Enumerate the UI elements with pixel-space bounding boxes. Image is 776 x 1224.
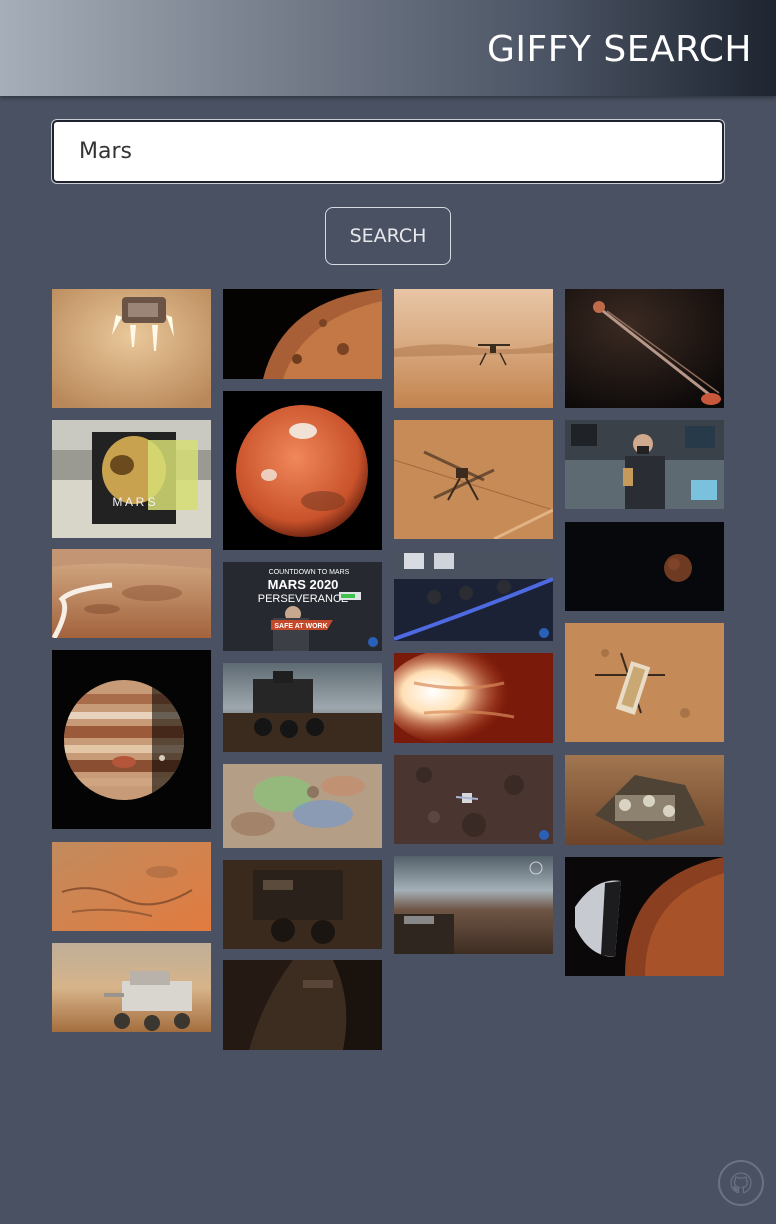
gif-crater-aerial[interactable]	[52, 842, 211, 931]
app-header: GIFFY SEARCH	[0, 0, 776, 96]
search-button[interactable]: SEARCH	[325, 207, 451, 265]
gif-mission-control-man[interactable]	[565, 420, 724, 509]
gif-lander-descent-engines[interactable]	[52, 289, 211, 408]
gif-rover-tracks[interactable]	[52, 549, 211, 638]
gif-mars-surface-orbit[interactable]	[223, 289, 382, 379]
gif-countdown-perseverance[interactable]: COUNTDOWN TO MARS MARS 2020 PERSEVERANCE…	[223, 562, 382, 651]
gif-rover-horizon[interactable]	[394, 856, 553, 954]
gif-skycrane-lander[interactable]	[565, 755, 724, 845]
gif-rover-night[interactable]	[223, 663, 382, 752]
gif-capsule-entry[interactable]	[565, 857, 724, 976]
gif-orbiter-craters[interactable]	[394, 755, 553, 844]
countdown-line3: PERSEVERANCE	[258, 593, 348, 605]
countdown-line2: MARS 2020	[268, 577, 339, 592]
gif-mars-book[interactable]: M A R S	[52, 420, 211, 538]
gif-parachute-deploy[interactable]	[565, 289, 724, 408]
countdown-line1: COUNTDOWN TO MARS	[269, 569, 350, 576]
gif-colored-terrain[interactable]	[223, 764, 382, 848]
gif-rover-dark-arm[interactable]	[223, 960, 382, 1050]
gif-jupiter[interactable]	[52, 650, 211, 829]
book-title-text: M A R S	[112, 495, 155, 509]
gif-heatshield-entry[interactable]	[394, 653, 553, 743]
gif-helicopter-shadow[interactable]	[394, 420, 553, 539]
gif-small-mars-dark[interactable]	[565, 522, 724, 611]
gif-helicopter-desert[interactable]	[394, 289, 553, 408]
gif-rover-sunny[interactable]	[52, 943, 211, 1032]
gif-mars-globe[interactable]	[223, 391, 382, 550]
github-link[interactable]	[718, 1160, 764, 1206]
gif-rover-closeup[interactable]	[223, 860, 382, 949]
app-title: GIFFY SEARCH	[486, 29, 752, 70]
search-input[interactable]	[52, 120, 724, 183]
countdown-badge: SAFE AT WORK	[274, 623, 327, 630]
gif-helicopter-topdown[interactable]	[565, 623, 724, 742]
github-icon	[730, 1172, 752, 1194]
gif-control-room[interactable]	[394, 551, 553, 641]
